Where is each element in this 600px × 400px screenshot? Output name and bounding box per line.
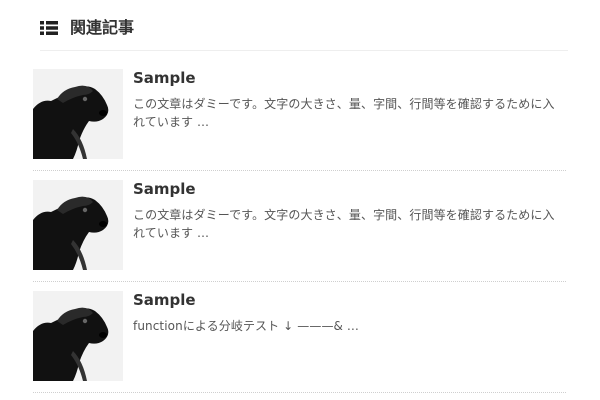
related-posts-header: 関連記事 — [40, 18, 568, 51]
related-article-1[interactable]: Sample この文章はダミーです。文字の大きさ、量、字間、行間等を確認するため… — [33, 69, 566, 171]
article-excerpt: functionによる分岐テスト ↓ ———& … — [133, 319, 360, 333]
dog-photo-thumbnail[interactable] — [33, 291, 123, 381]
article-content: Sample この文章はダミーです。文字の大きさ、量、字間、行間等を確認するため… — [133, 69, 566, 131]
article-excerpt: この文章はダミーです。文字の大きさ、量、字間、行間等を確認するために入れています… — [133, 208, 555, 240]
dog-photo-thumbnail[interactable] — [33, 69, 123, 159]
related-article-2[interactable]: Sample この文章はダミーです。文字の大きさ、量、字間、行間等を確認するため… — [33, 180, 566, 282]
article-content: Sample functionによる分岐テスト ↓ ———& … — [133, 291, 566, 335]
related-posts-title: 関連記事 — [70, 18, 135, 37]
related-posts-widget: 関連記事 Sample この文章はダミーです。文字の大きさ、量、字間、行間等を確… — [0, 0, 600, 400]
article-excerpt: この文章はダミーです。文字の大きさ、量、字間、行間等を確認するために入れています… — [133, 97, 555, 129]
dog-photo-thumbnail[interactable] — [33, 180, 123, 270]
related-article-3[interactable]: Sample functionによる分岐テスト ↓ ———& … — [33, 291, 566, 393]
list-icon — [40, 21, 58, 35]
article-title[interactable]: Sample — [133, 180, 566, 198]
article-content: Sample この文章はダミーです。文字の大きさ、量、字間、行間等を確認するため… — [133, 180, 566, 242]
article-title[interactable]: Sample — [133, 69, 566, 87]
article-title[interactable]: Sample — [133, 291, 566, 309]
